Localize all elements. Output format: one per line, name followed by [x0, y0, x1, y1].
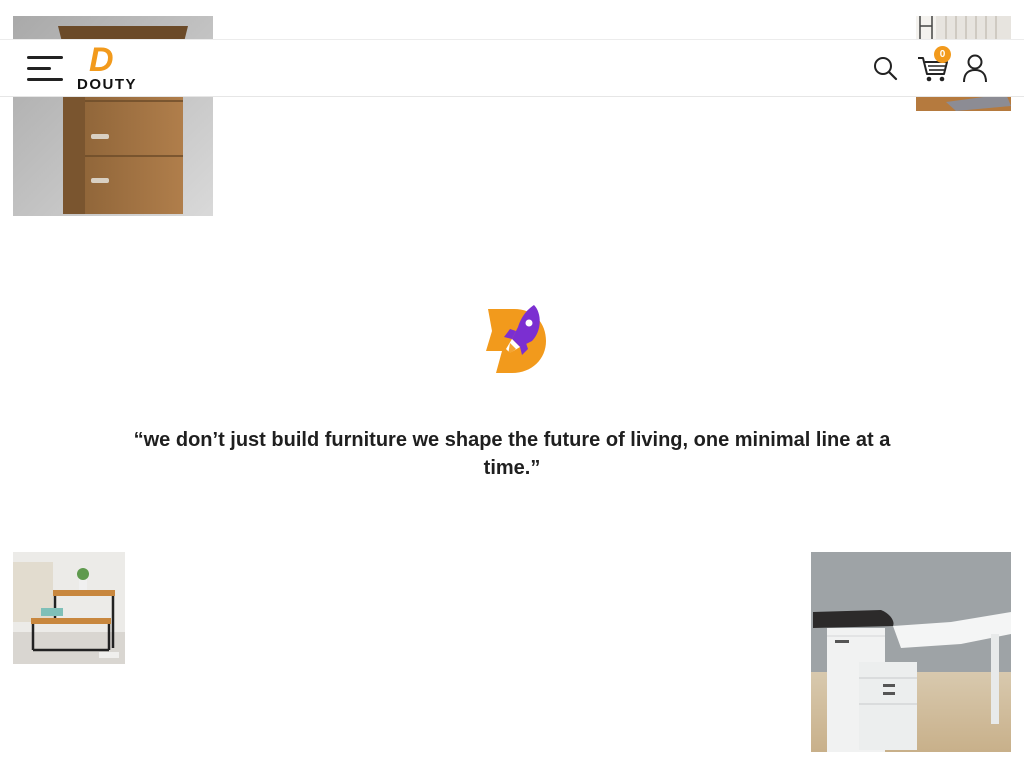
product-image-desk[interactable] — [811, 552, 1011, 752]
user-icon — [963, 54, 987, 83]
desk-illustration — [811, 552, 1011, 752]
search-icon — [874, 57, 898, 81]
cart-count-badge: 0 — [934, 46, 951, 63]
product-image-side-table[interactable] — [13, 552, 125, 664]
rocket-icon — [486, 305, 546, 373]
logo-mark: D — [89, 41, 114, 79]
cart-button[interactable]: 0 — [916, 46, 951, 84]
account-button[interactable] — [962, 53, 988, 83]
logo-wordmark: DOUTY — [77, 76, 137, 93]
brand-badge — [482, 303, 548, 375]
search-button[interactable] — [872, 55, 898, 81]
site-logo[interactable]: D DOUTY — [77, 43, 139, 95]
site-header: D DOUTY 0 — [0, 39, 1024, 97]
menu-button[interactable] — [27, 54, 65, 82]
brand-quote: “we don’t just build furniture we shape … — [133, 429, 891, 479]
hamburger-icon-line — [27, 56, 63, 59]
hamburger-icon-line — [27, 67, 51, 70]
side-table-illustration — [13, 552, 125, 664]
hamburger-icon-line — [27, 78, 63, 81]
